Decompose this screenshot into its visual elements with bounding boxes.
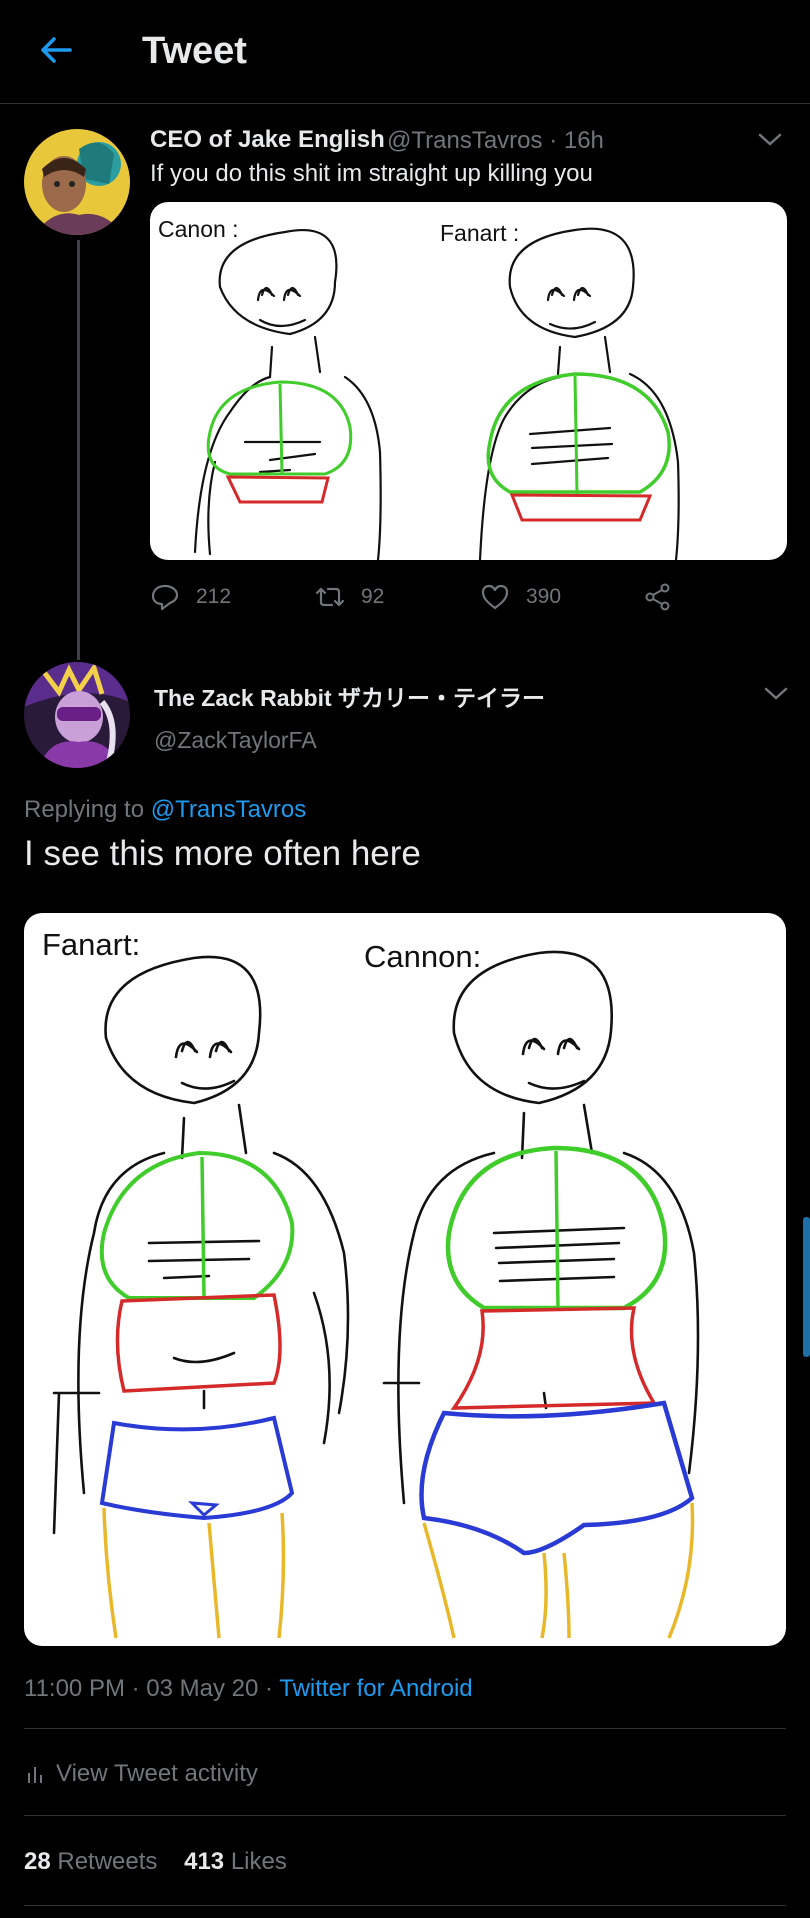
image-label-right: Fanart : — [440, 220, 520, 246]
share-icon — [645, 583, 670, 611]
retweets-count: 28 — [24, 1848, 51, 1875]
replying-to-prefix: Replying to — [24, 796, 145, 823]
reply-count: 212 — [196, 585, 232, 608]
author-handle-text[interactable]: @TransTavros — [387, 127, 543, 154]
author-handle[interactable]: @ZackTaylorFA — [154, 727, 317, 754]
like-count: 390 — [526, 585, 562, 608]
author-name[interactable]: The Zack Rabbit ザカリー・テイラー — [154, 679, 545, 713]
share-button[interactable] — [643, 582, 673, 612]
like-button[interactable]: 390 — [480, 582, 561, 612]
image-label-left: Canon : — [158, 216, 239, 242]
thread-connector-line — [77, 240, 80, 660]
replying-to: Replying to @TransTavros — [24, 796, 306, 824]
image-label-left: Fanart: — [42, 927, 141, 962]
avatar[interactable] — [24, 662, 130, 768]
author-handle[interactable]: @TransTavros · 16h — [387, 127, 604, 155]
tweet-text: If you do this shit im straight up killi… — [150, 160, 593, 187]
reply-button[interactable]: 212 — [150, 582, 231, 612]
tweet-image[interactable]: Fanart: Cannon: — [24, 913, 786, 1646]
retweet-button[interactable]: 92 — [315, 582, 384, 612]
tweet-time: · 16h — [549, 127, 604, 154]
reply-icon — [151, 584, 179, 611]
back-arrow-icon[interactable] — [36, 30, 76, 70]
chevron-down-icon[interactable] — [762, 685, 790, 703]
retweets-stat[interactable]: 28 Retweets — [24, 1848, 157, 1875]
scrollbar[interactable] — [803, 1217, 810, 1357]
page-title: Tweet — [142, 30, 247, 72]
author-name[interactable]: CEO of Jake English — [150, 126, 385, 154]
view-tweet-activity[interactable]: View Tweet activity — [26, 1760, 258, 1788]
likes-count: 413 — [184, 1848, 225, 1875]
bar-chart-icon — [28, 1767, 42, 1783]
tweet-timestamp: 11:00 PM · 03 May 20 · Twitter for Andro… — [24, 1675, 473, 1703]
likes-label: Likes — [230, 1848, 287, 1875]
chevron-down-icon[interactable] — [756, 131, 784, 149]
retweets-label: Retweets — [57, 1848, 158, 1875]
heart-icon — [481, 584, 509, 610]
likes-stat[interactable]: 413 Likes — [184, 1848, 287, 1875]
divider — [24, 1728, 786, 1729]
tweet-stats: 28 Retweets 413 Likes — [24, 1848, 287, 1876]
image-label-right: Cannon: — [364, 939, 482, 974]
retweet-icon — [315, 587, 345, 607]
tweet-source-link[interactable]: Twitter for Android — [279, 1675, 472, 1702]
retweet-count: 92 — [361, 585, 385, 608]
timestamp-text: 11:00 PM · 03 May 20 · — [24, 1675, 273, 1702]
view-tweet-activity-label: View Tweet activity — [56, 1760, 258, 1787]
top-bar: Tweet — [0, 0, 810, 104]
avatar[interactable] — [24, 129, 130, 235]
divider — [24, 1815, 786, 1816]
replying-to-handle[interactable]: @TransTavros — [151, 796, 307, 823]
tweet-text: I see this more often here — [24, 834, 421, 873]
sketch-drawing — [52, 950, 700, 1639]
sketch-drawing — [193, 227, 680, 560]
tweet-image[interactable]: Canon : Fanart : — [150, 202, 787, 560]
divider — [24, 1905, 786, 1906]
